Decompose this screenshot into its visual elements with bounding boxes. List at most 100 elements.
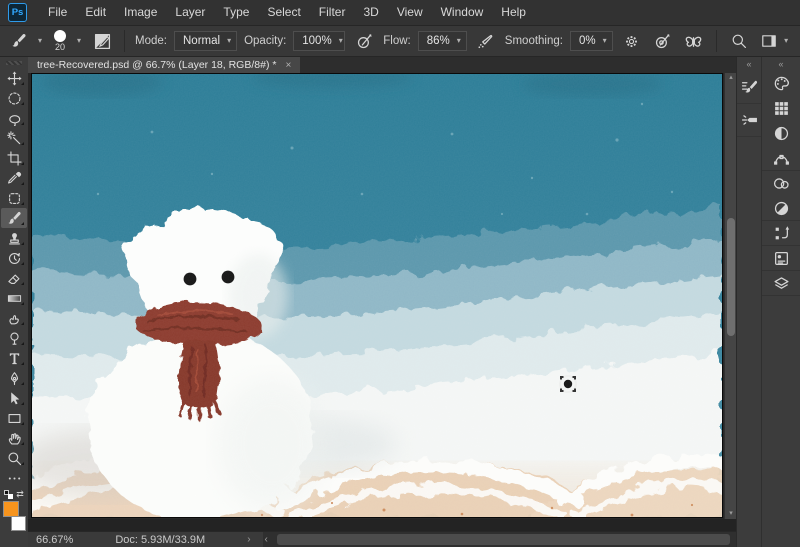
marquee-tool[interactable]	[1, 88, 27, 108]
vertical-scrollbar-thumb[interactable]	[727, 218, 735, 336]
dodge-tool[interactable]	[1, 328, 27, 348]
separator	[716, 30, 717, 52]
color-panel-icon	[773, 75, 790, 92]
workspace-switcher-button[interactable]: ▾	[758, 29, 792, 53]
airbrush-button[interactable]	[474, 29, 498, 53]
history-panel-button[interactable]	[762, 221, 800, 246]
smudge-tool[interactable]	[1, 308, 27, 328]
collapse-panels-icon[interactable]: «	[746, 57, 751, 71]
history-brush-tool[interactable]	[1, 248, 27, 268]
eyedropper-tool[interactable]	[1, 168, 27, 188]
tablet-pressure-size-button[interactable]	[651, 29, 675, 53]
opacity-select[interactable]: 100% ▾	[293, 31, 345, 51]
vertical-scrollbar[interactable]: ▴ ▾	[724, 73, 736, 519]
adjustments-panel-icon	[773, 200, 790, 217]
dock-column-left: «	[737, 57, 762, 547]
scroll-left-icon[interactable]: ‹	[265, 532, 268, 547]
default-colors-icon[interactable]	[4, 490, 13, 499]
adjustments-panel-button[interactable]	[762, 196, 800, 221]
eyedropper-icon	[7, 171, 22, 186]
color-panel-button[interactable]	[762, 71, 800, 96]
menu-view[interactable]: View	[388, 0, 432, 25]
pen-tool[interactable]	[1, 368, 27, 388]
menu-image[interactable]: Image	[115, 0, 166, 25]
properties-panel-button[interactable]	[762, 246, 800, 271]
hand-tool[interactable]	[1, 428, 27, 448]
gradients-panel-button[interactable]	[762, 121, 800, 146]
document-tab[interactable]: tree-Recovered.psd @ 66.7% (Layer 18, RG…	[28, 57, 300, 73]
lasso-tool[interactable]	[1, 108, 27, 128]
elliptical-marquee-icon	[7, 91, 22, 106]
close-tab-icon[interactable]: ×	[285, 60, 291, 71]
menu-file[interactable]: File	[39, 0, 76, 25]
document-tab-title: tree-Recovered.psd @ 66.7% (Layer 18, RG…	[37, 59, 276, 71]
background-color-swatch[interactable]	[11, 516, 26, 531]
panel-grip[interactable]	[6, 61, 22, 65]
libraries-panel-button[interactable]	[762, 171, 800, 196]
swatches-panel-button[interactable]	[762, 96, 800, 121]
airbrush-icon	[477, 33, 494, 50]
magic-wand-tool[interactable]	[1, 128, 27, 148]
menu-type[interactable]: Type	[214, 0, 258, 25]
horizontal-scrollbar-thumb[interactable]	[277, 534, 730, 545]
menu-window[interactable]: Window	[432, 0, 493, 25]
layers-panel-button[interactable]	[762, 271, 800, 296]
gradient-tool[interactable]	[1, 288, 27, 308]
canvas-bottom-gutter	[28, 519, 736, 531]
canvas-artwork[interactable]	[32, 74, 722, 517]
type-tool[interactable]	[1, 348, 27, 368]
paths-panel-button[interactable]	[762, 146, 800, 171]
color-swatch-widget	[1, 501, 27, 531]
tool-preset-picker[interactable]: ▾	[8, 33, 45, 49]
status-bar: 66.67% Doc: 5.93M/33.9M › ‹	[28, 531, 736, 547]
menu-filter[interactable]: Filter	[310, 0, 355, 25]
gear-icon	[624, 34, 639, 49]
collapse-panels-icon[interactable]: «	[778, 57, 783, 71]
stylus-pressure-icon	[356, 33, 373, 50]
status-popup-chevron[interactable]: ›	[247, 534, 250, 545]
eraser-tool[interactable]	[1, 268, 27, 288]
toggle-brush-settings-button[interactable]	[90, 29, 114, 53]
search-icon	[731, 33, 747, 49]
smoothing-value: 0%	[579, 35, 596, 47]
edit-toolbar-button[interactable]	[1, 468, 27, 488]
brush-tip-preview	[54, 30, 66, 42]
search-button[interactable]	[727, 29, 751, 53]
smoothing-options-button[interactable]	[620, 29, 644, 53]
clone-stamp-tool[interactable]	[1, 228, 27, 248]
layers-panel-icon	[773, 275, 790, 292]
menu-edit[interactable]: Edit	[76, 0, 115, 25]
crop-tool[interactable]	[1, 148, 27, 168]
paint-symmetry-button[interactable]	[682, 29, 706, 53]
menu-help[interactable]: Help	[492, 0, 535, 25]
tablet-pressure-opacity-button[interactable]	[352, 29, 376, 53]
menu-select[interactable]: Select	[258, 0, 309, 25]
gradients-panel-icon	[773, 125, 790, 142]
flow-select[interactable]: 86% ▾	[418, 31, 467, 51]
rectangle-shape-tool[interactable]	[1, 408, 27, 428]
hand-icon	[7, 431, 22, 446]
swap-colors-icon[interactable]: ⇄	[16, 490, 24, 499]
flow-value: 86%	[427, 35, 450, 47]
brush-tool[interactable]	[1, 208, 27, 228]
path-selection-tool[interactable]	[1, 388, 27, 408]
foreground-color-swatch[interactable]	[3, 501, 19, 517]
photoshop-logo-icon[interactable]: Ps	[8, 3, 27, 22]
menu-3d[interactable]: 3D	[354, 0, 387, 25]
zoom-level-field[interactable]: 66.67%	[28, 534, 83, 546]
brush-preset-picker[interactable]: 20 ▾	[52, 30, 83, 52]
photoshop-window: Ps File Edit Image Layer Type Select Fil…	[0, 0, 800, 547]
chevron-down-icon: ▾	[77, 37, 81, 45]
smoothing-select[interactable]: 0% ▾	[570, 31, 613, 51]
menu-layer[interactable]: Layer	[166, 0, 214, 25]
doc-size-info: Doc: 5.93M/33.9M	[115, 534, 205, 546]
chevron-down-icon: ▾	[784, 37, 788, 45]
move-tool[interactable]	[1, 68, 27, 88]
default-and-swap-colors[interactable]: ⇄	[1, 488, 27, 500]
brushes-panel-button[interactable]	[737, 104, 761, 137]
spot-healing-brush-tool[interactable]	[1, 188, 27, 208]
zoom-tool[interactable]	[1, 448, 27, 468]
mode-select[interactable]: Normal ▾	[174, 31, 237, 51]
brush-settings-panel-button[interactable]	[737, 71, 761, 104]
horizontal-scrollbar[interactable]: ‹	[263, 532, 736, 547]
